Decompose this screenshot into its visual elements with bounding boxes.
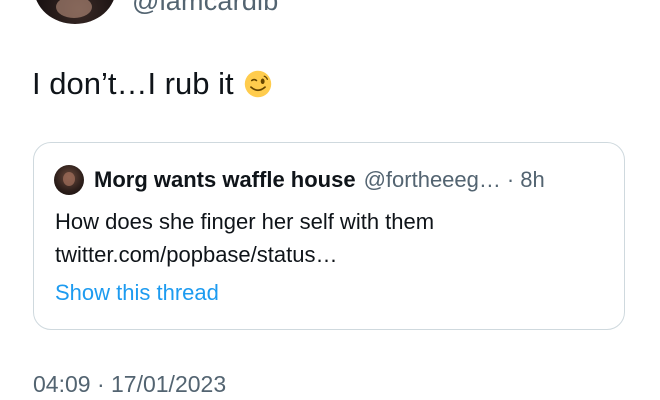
quoted-tweet-header: Morg wants waffle house @fortheeeg… · 8h (54, 165, 545, 195)
tweet-text-content: I don’t…I rub it (32, 66, 234, 101)
winking-face-icon (244, 70, 271, 98)
author-handle[interactable]: @iamcardib (132, 0, 278, 17)
tweet-timestamp[interactable]: 04:09 · 17/01/2023 (33, 371, 226, 398)
quoted-author-avatar[interactable] (54, 165, 84, 195)
quoted-author-handle[interactable]: @fortheeeg… (364, 167, 501, 193)
author-avatar[interactable] (34, 0, 116, 24)
quoted-author-name[interactable]: Morg wants waffle house (94, 167, 356, 193)
quoted-tweet-card[interactable]: Morg wants waffle house @fortheeeg… · 8h… (33, 142, 625, 330)
quoted-tweet-body: How does she finger her self with them t… (55, 205, 434, 271)
quoted-text-line: How does she finger her self with them (55, 209, 435, 234)
quoted-time[interactable]: 8h (520, 167, 544, 193)
show-thread-link[interactable]: Show this thread (55, 280, 219, 306)
quoted-separator: · (506, 167, 515, 192)
quoted-link-line: twitter.com/popbase/status… (55, 242, 338, 267)
tweet-text: I don’t…I rub it (32, 64, 272, 104)
